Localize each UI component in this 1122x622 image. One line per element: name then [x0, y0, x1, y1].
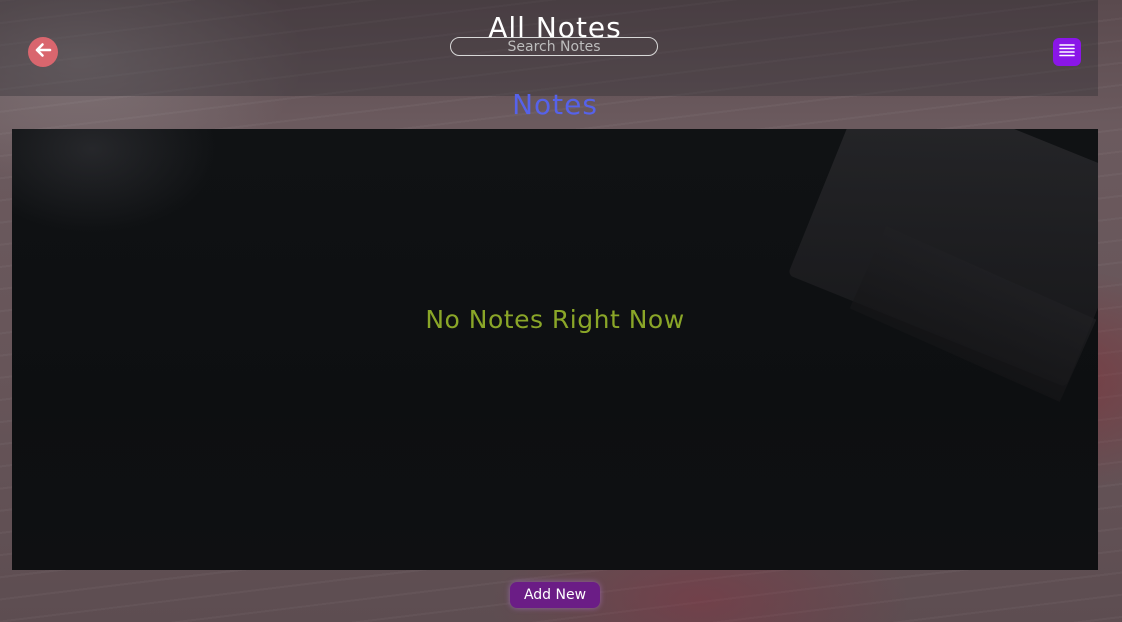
menu-button[interactable]: [1053, 38, 1081, 66]
app-page: All Notes Notes No Notes Right Now Add N…: [0, 0, 1122, 622]
search-input[interactable]: [450, 37, 658, 56]
list-icon: [1057, 41, 1077, 63]
empty-state-message: No Notes Right Now: [425, 305, 685, 334]
add-new-button[interactable]: Add New: [510, 582, 600, 608]
arrow-left-icon: [33, 40, 53, 64]
notes-container: No Notes Right Now: [12, 129, 1098, 570]
back-button[interactable]: [28, 37, 58, 67]
section-title: Notes: [512, 88, 598, 121]
